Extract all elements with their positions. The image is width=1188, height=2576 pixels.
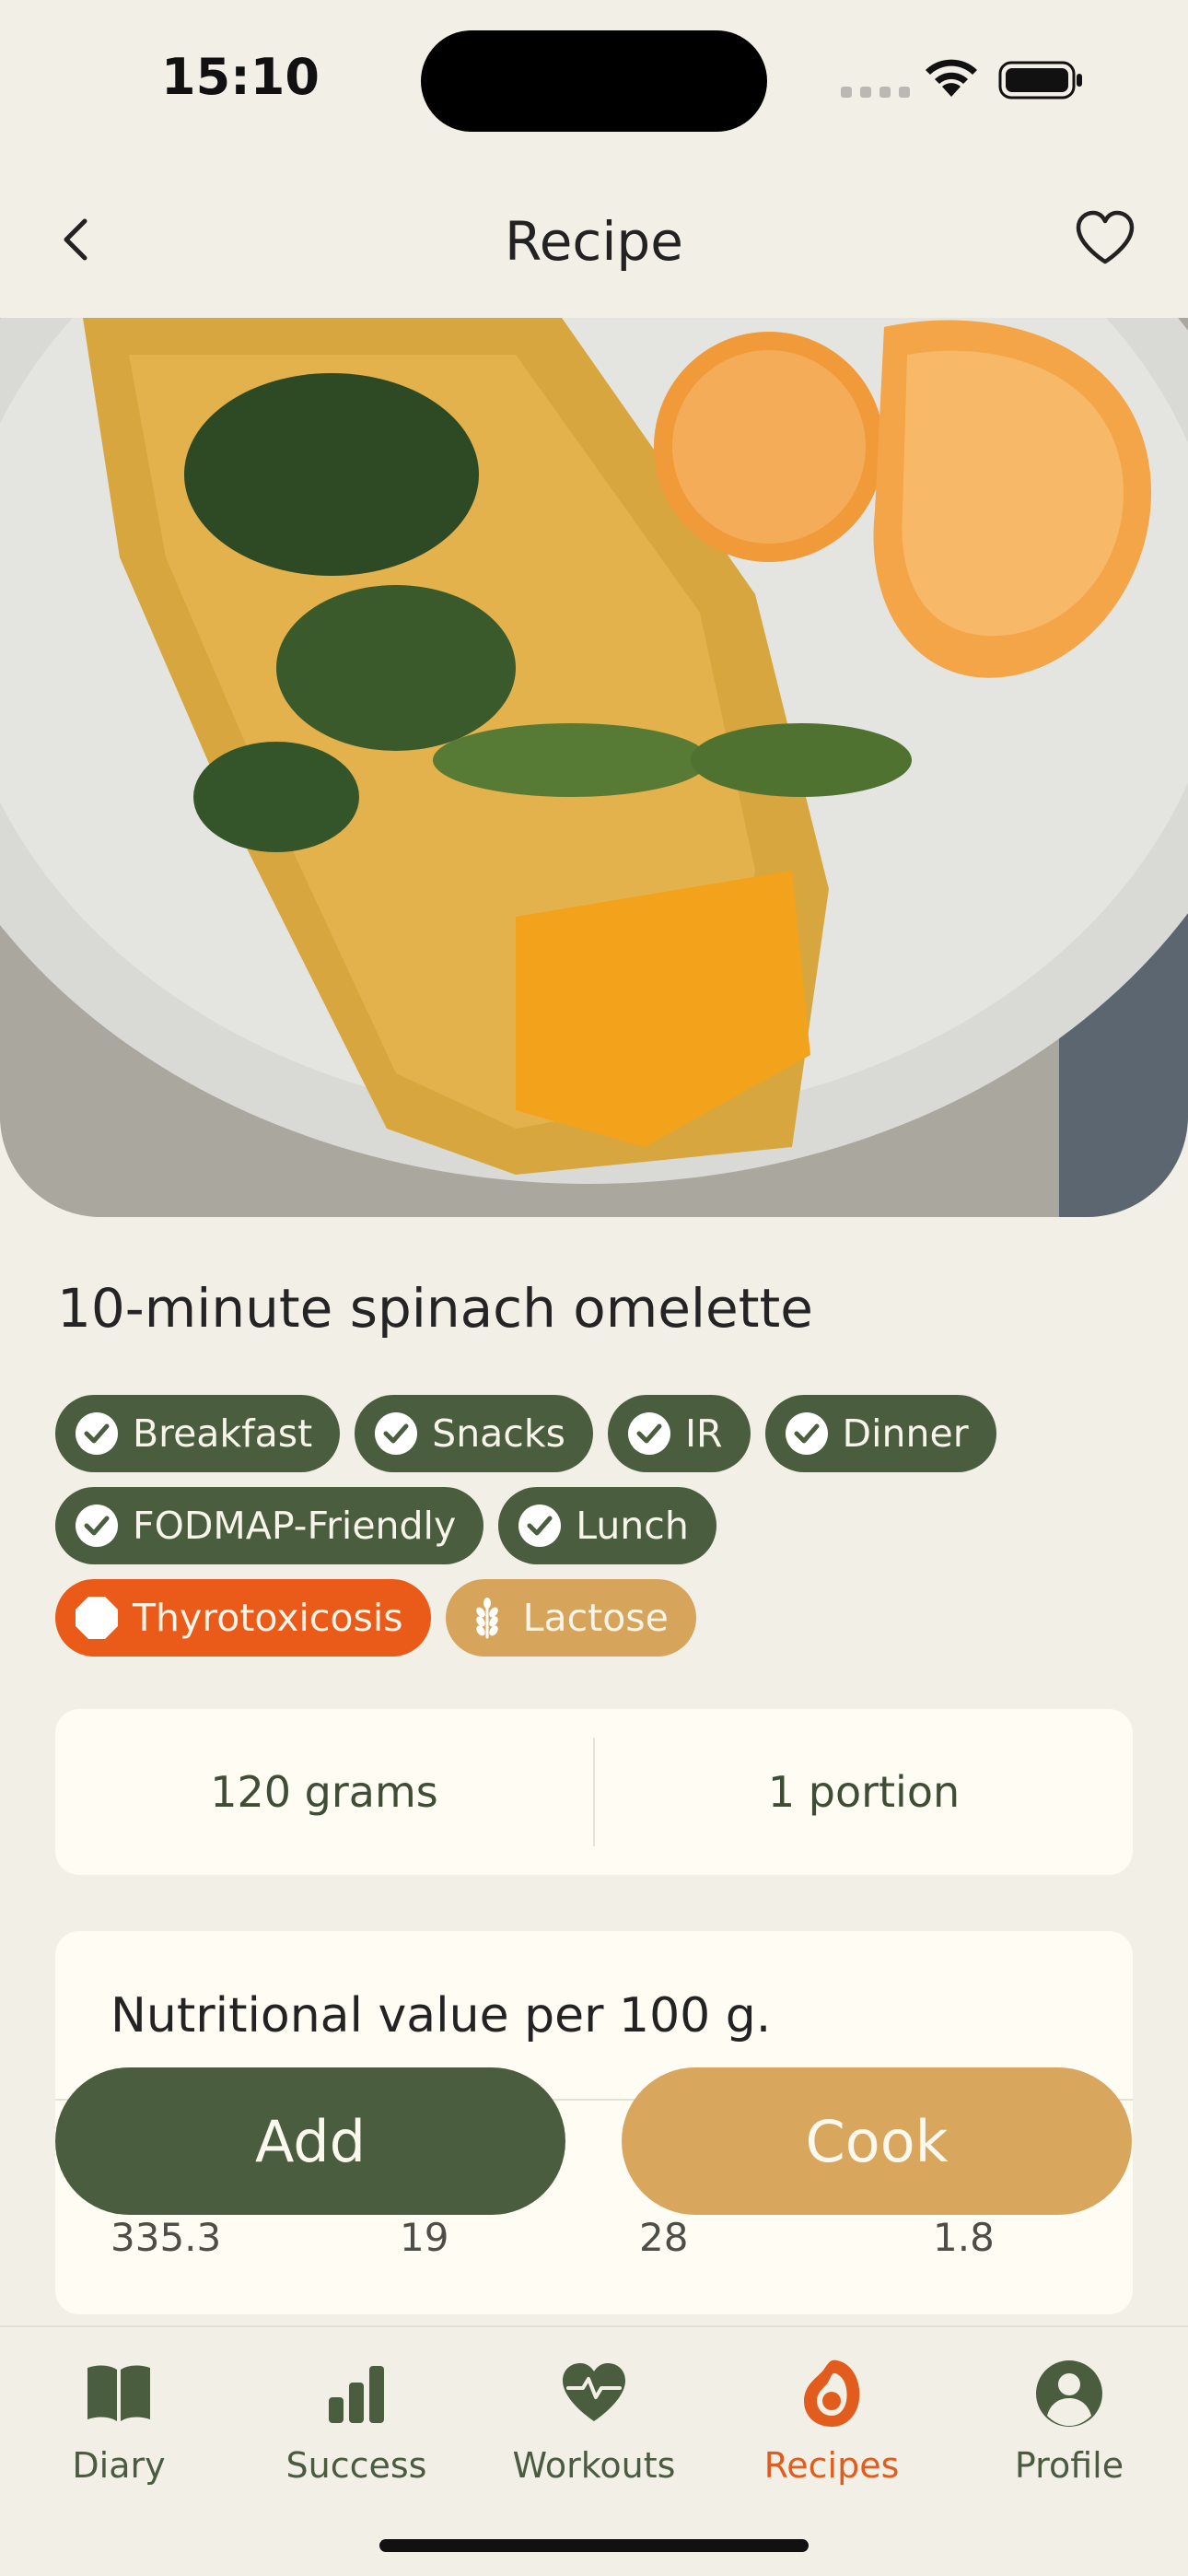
bar-chart-icon — [329, 2366, 384, 2423]
tab-label: Recipes — [763, 2445, 900, 2486]
battery-icon — [998, 61, 1082, 100]
tab-workouts[interactable]: Workouts — [493, 2355, 695, 2486]
portion-count[interactable]: 1 portion — [595, 1767, 1133, 1817]
nutrition-protein-value: 19 — [400, 2215, 449, 2260]
tag-label: Snacks — [432, 1411, 565, 1456]
tab-profile[interactable]: Profile — [968, 2355, 1171, 2486]
page-title: Recipe — [505, 210, 683, 273]
wheat-icon — [475, 1598, 498, 1639]
nutrition-calories-value: 335.3 — [111, 2215, 222, 2260]
cellular-signal-icon — [841, 87, 910, 98]
wifi-icon — [926, 59, 977, 97]
tag-lunch[interactable]: Lunch — [498, 1487, 716, 1564]
check-icon — [375, 1412, 418, 1455]
tag-thyrotoxicosis[interactable]: Thyrotoxicosis — [55, 1579, 431, 1657]
tab-label: Workouts — [512, 2445, 676, 2486]
tag-label: Lunch — [576, 1504, 689, 1548]
add-button[interactable]: Add — [55, 2067, 565, 2215]
tab-label: Profile — [1014, 2445, 1124, 2486]
tag-fodmap-friendly[interactable]: FODMAP-Friendly — [55, 1487, 484, 1564]
tag-ir[interactable]: IR — [607, 1395, 751, 1472]
check-icon — [76, 1505, 118, 1547]
nutrition-title: Nutritional value per 100 g. — [111, 1988, 772, 2043]
tag-label: FODMAP-Friendly — [133, 1504, 457, 1548]
nutrition-carbs-value: 1.8 — [933, 2215, 995, 2260]
tag-snacks[interactable]: Snacks — [355, 1395, 593, 1472]
portion-weight[interactable]: 120 grams — [55, 1767, 593, 1817]
recipe-title: 10-minute spinach omelette — [57, 1277, 813, 1340]
check-icon — [785, 1412, 828, 1455]
recipe-photo — [0, 318, 1188, 1217]
tab-label: Diary — [72, 2445, 166, 2486]
nutrition-fat-value: 28 — [639, 2215, 689, 2260]
tag-label: IR — [684, 1411, 723, 1456]
check-icon — [518, 1505, 562, 1547]
portion-card: 120 grams 1 portion — [55, 1709, 1133, 1875]
avocado-icon — [804, 2359, 860, 2427]
tab-label: Success — [285, 2445, 427, 2486]
home-indicator — [379, 2539, 809, 2552]
dynamic-island — [421, 30, 767, 132]
check-icon — [627, 1412, 670, 1455]
tag-lactose[interactable]: Lactose — [445, 1579, 696, 1657]
cook-button[interactable]: Cook — [622, 2067, 1132, 2215]
tag-breakfast[interactable]: Breakfast — [55, 1395, 341, 1472]
tag-dinner[interactable]: Dinner — [764, 1395, 996, 1472]
favorite-heart-icon[interactable] — [1074, 210, 1136, 267]
heart-pulse-icon — [563, 2363, 625, 2421]
recipe-tags: Breakfast Snacks IR Dinner FODMAP-Friend… — [55, 1395, 1142, 1671]
tag-label: Dinner — [842, 1411, 969, 1456]
check-icon — [76, 1412, 118, 1455]
tab-recipes[interactable]: Recipes — [730, 2355, 933, 2486]
tab-diary[interactable]: Diary — [17, 2355, 220, 2486]
tag-label: Thyrotoxicosis — [133, 1596, 403, 1640]
stop-octagon-icon — [76, 1597, 118, 1639]
profile-icon — [1036, 2360, 1102, 2427]
tab-success[interactable]: Success — [255, 2355, 458, 2486]
status-time: 15:10 — [161, 48, 320, 106]
tag-label: Lactose — [522, 1596, 669, 1640]
book-icon — [87, 2365, 150, 2421]
tag-label: Breakfast — [133, 1411, 313, 1456]
